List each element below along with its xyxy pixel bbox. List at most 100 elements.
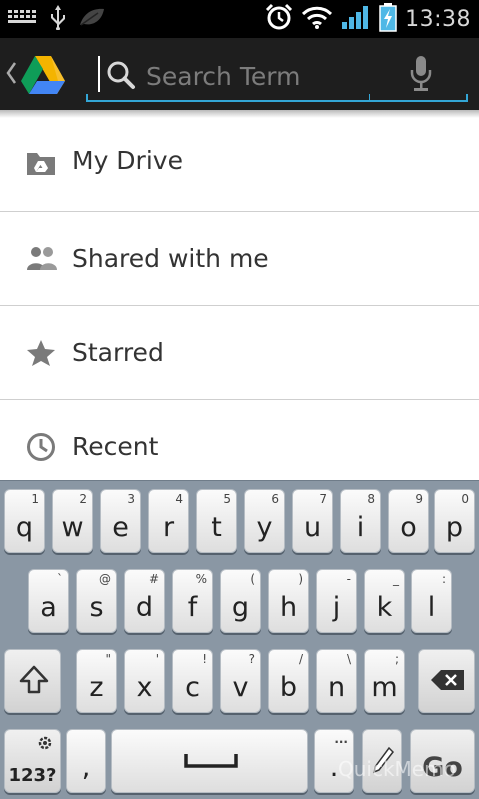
key-alt-label: 8 — [367, 492, 375, 506]
key-u[interactable]: 7u — [292, 489, 333, 553]
key-alt-label: : — [441, 572, 446, 586]
key-h[interactable]: ) h — [268, 569, 309, 633]
key-r[interactable]: 4r — [148, 489, 189, 553]
key-x[interactable]: ' x — [124, 649, 165, 713]
key-label: m — [371, 672, 398, 703]
drive-folder-icon — [26, 150, 56, 180]
go-key[interactable]: Go — [410, 729, 475, 793]
key-period[interactable]: ... . — [314, 729, 354, 793]
key-alt-label: # — [148, 572, 159, 586]
status-bar: 13:38 — [0, 0, 479, 38]
nav-label-starred: Starred — [72, 338, 164, 367]
key-b[interactable]: / b — [268, 649, 309, 713]
backspace-key[interactable] — [418, 649, 475, 713]
key-label: p — [445, 512, 464, 543]
key-label: a — [40, 592, 57, 623]
key-v[interactable]: ? v — [220, 649, 261, 713]
action-bar — [0, 38, 479, 110]
key-q[interactable]: 1q — [4, 489, 45, 553]
key-alt-label: ; — [394, 652, 399, 666]
key-alt-label: ) — [298, 572, 303, 586]
key-alt-label: 0 — [461, 492, 469, 506]
star-icon — [26, 338, 56, 368]
key-j[interactable]: -j — [316, 569, 357, 633]
key-s[interactable]: @ s — [76, 569, 117, 633]
key-alt-label: - — [346, 572, 351, 586]
key-i[interactable]: 8i — [340, 489, 381, 553]
key-m[interactable]: ; m — [364, 649, 405, 713]
key-label: v — [232, 672, 249, 703]
nav-item-shared-with-me[interactable]: Shared with me — [0, 212, 479, 306]
battery-charging-icon — [379, 2, 397, 36]
key-alt-label: ? — [248, 652, 255, 666]
nav-label-my-drive: My Drive — [72, 146, 183, 175]
key-label: q — [15, 512, 34, 543]
key-alt-label: ( — [250, 572, 255, 586]
key-alt-label: _ — [393, 572, 399, 586]
key-comma[interactable]: , — [66, 729, 106, 793]
key-alt-label: 3 — [127, 492, 135, 506]
text-cursor — [98, 56, 100, 92]
key-alt-label: " — [105, 652, 111, 666]
key-n[interactable]: \ n — [316, 649, 357, 713]
shift-key[interactable] — [4, 649, 61, 713]
key-alt-label: 1 — [31, 492, 39, 506]
key-alt-label: 4 — [175, 492, 183, 506]
soft-keyboard: 1q 2w 3e 4r 5t 6y 7u 8i 9o 0p ` a @ s # d %… — [0, 480, 479, 799]
search-tick-right — [466, 94, 468, 102]
key-alt-label: 7 — [319, 492, 327, 506]
key-o[interactable]: 9o — [388, 489, 429, 553]
nav-item-starred[interactable]: Starred — [0, 306, 479, 400]
search-tick-left — [86, 94, 88, 102]
key-label: n — [327, 672, 346, 703]
key-e[interactable]: 3e — [100, 489, 141, 553]
shift-icon — [18, 664, 50, 700]
key-alt-label: ... — [334, 732, 348, 746]
settings-gear-icon — [36, 734, 54, 756]
alarm-icon — [265, 3, 293, 35]
key-label: y — [256, 512, 273, 543]
key-k[interactable]: _ k — [364, 569, 405, 633]
key-d[interactable]: # d — [124, 569, 165, 633]
key-alt-label: ' — [155, 652, 159, 666]
space-icon — [184, 752, 238, 774]
back-chevron-icon[interactable] — [5, 60, 17, 90]
key-p[interactable]: 0p — [434, 489, 475, 553]
nav-label-recent: Recent — [72, 432, 159, 461]
symbols-key[interactable]: 123? — [4, 729, 61, 793]
key-label: x — [136, 672, 153, 703]
space-key[interactable] — [111, 729, 308, 793]
usb-icon — [50, 4, 66, 34]
key-w[interactable]: 2w — [52, 489, 93, 553]
search-divider — [369, 94, 370, 102]
key-label: f — [187, 592, 198, 623]
key-alt-label: \ — [346, 652, 351, 666]
key-a[interactable]: ` a — [28, 569, 69, 633]
key-alt-label: @ — [99, 572, 111, 586]
keyboard-grid-icon — [6, 7, 38, 31]
nav-item-my-drive[interactable]: My Drive — [0, 110, 479, 212]
search-underline — [86, 100, 468, 102]
search-icon — [106, 60, 136, 94]
search-bar[interactable] — [86, 50, 468, 102]
key-label: l — [427, 592, 436, 623]
key-label: b — [279, 672, 298, 703]
search-input[interactable] — [146, 56, 356, 96]
key-c[interactable]: ! c — [172, 649, 213, 713]
key-label: w — [61, 512, 84, 543]
handwriting-key[interactable] — [362, 729, 402, 793]
key-label: t — [211, 512, 222, 543]
key-f[interactable]: % f — [172, 569, 213, 633]
key-label: . — [329, 752, 339, 783]
key-label: h — [279, 592, 298, 623]
key-l[interactable]: :l — [411, 569, 452, 633]
key-label: r — [162, 512, 175, 543]
key-t[interactable]: 5t — [196, 489, 237, 553]
nav-label-shared-with-me: Shared with me — [72, 244, 269, 273]
key-g[interactable]: (g — [220, 569, 261, 633]
key-label: z — [89, 672, 104, 703]
microphone-icon[interactable] — [408, 54, 434, 98]
drive-logo-icon[interactable] — [20, 54, 66, 100]
key-y[interactable]: 6y — [244, 489, 285, 553]
key-z[interactable]: " z — [76, 649, 117, 713]
